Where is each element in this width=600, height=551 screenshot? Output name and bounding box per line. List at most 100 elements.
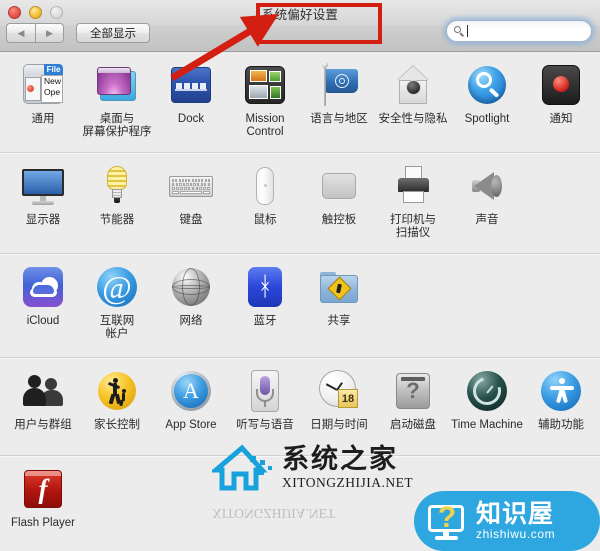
date-time-icon: 18 bbox=[315, 367, 363, 415]
back-button[interactable]: ◀ bbox=[6, 23, 35, 43]
pref-item-notifications[interactable]: 通知 bbox=[524, 61, 598, 139]
language-region-icon bbox=[315, 61, 363, 109]
prefs-group-hardware: 显示器 节能器 键盘 鼠标 触控板 打印机与 扫描仪 声音 bbox=[0, 152, 600, 253]
pref-label: Dock bbox=[177, 113, 205, 125]
pref-label: 家长控制 bbox=[94, 419, 140, 431]
pref-item-bluetooth[interactable]: ᚼ 蓝牙 bbox=[228, 263, 302, 341]
pref-item-trackpad[interactable]: 触控板 bbox=[302, 162, 376, 240]
icloud-icon bbox=[19, 263, 67, 311]
navigation-buttons: ◀ ▶ bbox=[6, 23, 64, 43]
bluetooth-glyph: ᚼ bbox=[257, 272, 273, 302]
pref-item-icloud[interactable]: iCloud bbox=[6, 263, 80, 341]
parental-controls-icon bbox=[93, 367, 141, 415]
pref-item-dock[interactable]: Dock bbox=[154, 61, 228, 139]
prefs-group-personal: File New Ope 通用 桌面与 屏幕保护程序 Dock Mission … bbox=[0, 52, 600, 152]
prefs-group-system: 用户与群组 家长控制 A App Store 听写与语音 18 日期与时间 ? … bbox=[0, 357, 600, 455]
pref-label: 听写与语音 bbox=[236, 419, 294, 431]
pref-item-date-time[interactable]: 18 日期与时间 bbox=[302, 367, 376, 432]
network-icon bbox=[167, 263, 215, 311]
pref-label: 互联网 帐户 bbox=[99, 315, 135, 340]
pref-label: Mission Control bbox=[245, 113, 285, 138]
preferences-grid: File New Ope 通用 桌面与 屏幕保护程序 Dock Mission … bbox=[0, 52, 600, 551]
pref-label: 蓝牙 bbox=[253, 315, 277, 327]
accessibility-icon bbox=[537, 367, 585, 415]
pref-item-users-groups[interactable]: 用户与群组 bbox=[6, 367, 80, 432]
printers-scanners-icon bbox=[389, 162, 437, 210]
pref-label: 打印机与 扫描仪 bbox=[390, 214, 436, 239]
pref-label: App Store bbox=[165, 419, 217, 431]
pref-item-parental-controls[interactable]: 家长控制 bbox=[80, 367, 154, 432]
search-caret bbox=[467, 25, 468, 37]
general-icon: File New Ope bbox=[19, 61, 67, 109]
pref-item-mouse[interactable]: 鼠标 bbox=[228, 162, 302, 240]
pref-item-security-privacy[interactable]: 安全性与隐私 bbox=[376, 61, 450, 139]
users-groups-icon bbox=[19, 367, 67, 415]
window-titlebar: 系统偏好设置 ◀ ▶ 全部显示 bbox=[0, 0, 600, 52]
at-symbol: @ bbox=[102, 269, 132, 305]
mouse-icon bbox=[241, 162, 289, 210]
pref-label: iCloud bbox=[26, 315, 60, 327]
desktop-screensaver-icon bbox=[93, 61, 141, 109]
pref-item-internet-accounts[interactable]: @ 互联网 帐户 bbox=[80, 263, 154, 341]
pref-item-dictation-speech[interactable]: 听写与语音 bbox=[228, 367, 302, 432]
pref-label: 显示器 bbox=[25, 214, 61, 226]
sharing-icon bbox=[315, 263, 363, 311]
pref-label: 通用 bbox=[31, 113, 55, 125]
general-menu-label: New Ope bbox=[41, 75, 63, 103]
pref-item-sound[interactable]: 声音 bbox=[450, 162, 524, 240]
pref-label: Spotlight bbox=[464, 113, 510, 125]
pref-label: 用户与群组 bbox=[14, 419, 72, 431]
notifications-icon bbox=[537, 61, 585, 109]
keyboard-icon bbox=[167, 162, 215, 210]
pref-item-sharing[interactable]: 共享 bbox=[302, 263, 376, 341]
pref-item-language-region[interactable]: 语言与地区 bbox=[302, 61, 376, 139]
pref-label: 键盘 bbox=[179, 214, 203, 226]
security-privacy-icon bbox=[389, 61, 437, 109]
spotlight-icon bbox=[463, 61, 511, 109]
pref-item-mission-control[interactable]: Mission Control bbox=[228, 61, 302, 139]
pref-label: 启动磁盘 bbox=[390, 419, 436, 431]
pref-item-network[interactable]: 网络 bbox=[154, 263, 228, 341]
show-all-button[interactable]: 全部显示 bbox=[76, 23, 150, 43]
forward-button[interactable]: ▶ bbox=[35, 23, 64, 43]
pref-label: 日期与时间 bbox=[310, 419, 368, 431]
startup-disk-icon: ? bbox=[389, 367, 437, 415]
general-file-label: File bbox=[44, 64, 63, 75]
pref-item-time-machine[interactable]: Time Machine bbox=[450, 367, 524, 432]
energy-saver-icon bbox=[93, 162, 141, 210]
prefs-group-other: f Flash Player bbox=[0, 455, 600, 551]
pref-label: 触控板 bbox=[321, 214, 357, 226]
sound-icon bbox=[463, 162, 511, 210]
pref-item-startup-disk[interactable]: ? 启动磁盘 bbox=[376, 367, 450, 432]
pref-item-app-store[interactable]: A App Store bbox=[154, 367, 228, 432]
pref-label: 安全性与隐私 bbox=[378, 113, 448, 125]
pref-item-keyboard[interactable]: 键盘 bbox=[154, 162, 228, 240]
pref-item-flash-player[interactable]: f Flash Player bbox=[6, 465, 80, 530]
calendar-day-number: 18 bbox=[338, 389, 358, 408]
flash-glyph: f bbox=[38, 473, 48, 504]
time-machine-icon bbox=[463, 367, 511, 415]
pref-label: 语言与地区 bbox=[310, 113, 368, 125]
system-preferences-window: 系统偏好设置 ◀ ▶ 全部显示 File New Ope 通用 桌面与 屏幕保护… bbox=[0, 0, 600, 551]
pref-label: Flash Player bbox=[11, 517, 75, 529]
displays-icon bbox=[19, 162, 67, 210]
internet-accounts-icon: @ bbox=[93, 263, 141, 311]
pref-label: 辅助功能 bbox=[538, 419, 584, 431]
pref-item-printers-scanners[interactable]: 打印机与 扫描仪 bbox=[376, 162, 450, 240]
pref-item-spotlight[interactable]: Spotlight bbox=[450, 61, 524, 139]
pref-item-accessibility[interactable]: 辅助功能 bbox=[524, 367, 598, 432]
trackpad-icon bbox=[315, 162, 363, 210]
pref-label: 共享 bbox=[327, 315, 351, 327]
search-container bbox=[443, 17, 595, 45]
bluetooth-icon: ᚼ bbox=[241, 263, 289, 311]
pref-label: 桌面与 屏幕保护程序 bbox=[82, 113, 152, 138]
pref-item-energy-saver[interactable]: 节能器 bbox=[80, 162, 154, 240]
pref-item-displays[interactable]: 显示器 bbox=[6, 162, 80, 240]
pref-item-general[interactable]: File New Ope 通用 bbox=[6, 61, 80, 139]
search-input[interactable] bbox=[446, 20, 592, 42]
pref-item-desktop-screensaver[interactable]: 桌面与 屏幕保护程序 bbox=[80, 61, 154, 139]
pref-label: Time Machine bbox=[451, 419, 523, 431]
app-store-glyph: A bbox=[183, 378, 199, 403]
pref-label: 网络 bbox=[179, 315, 203, 327]
flash-player-icon: f bbox=[19, 465, 67, 513]
